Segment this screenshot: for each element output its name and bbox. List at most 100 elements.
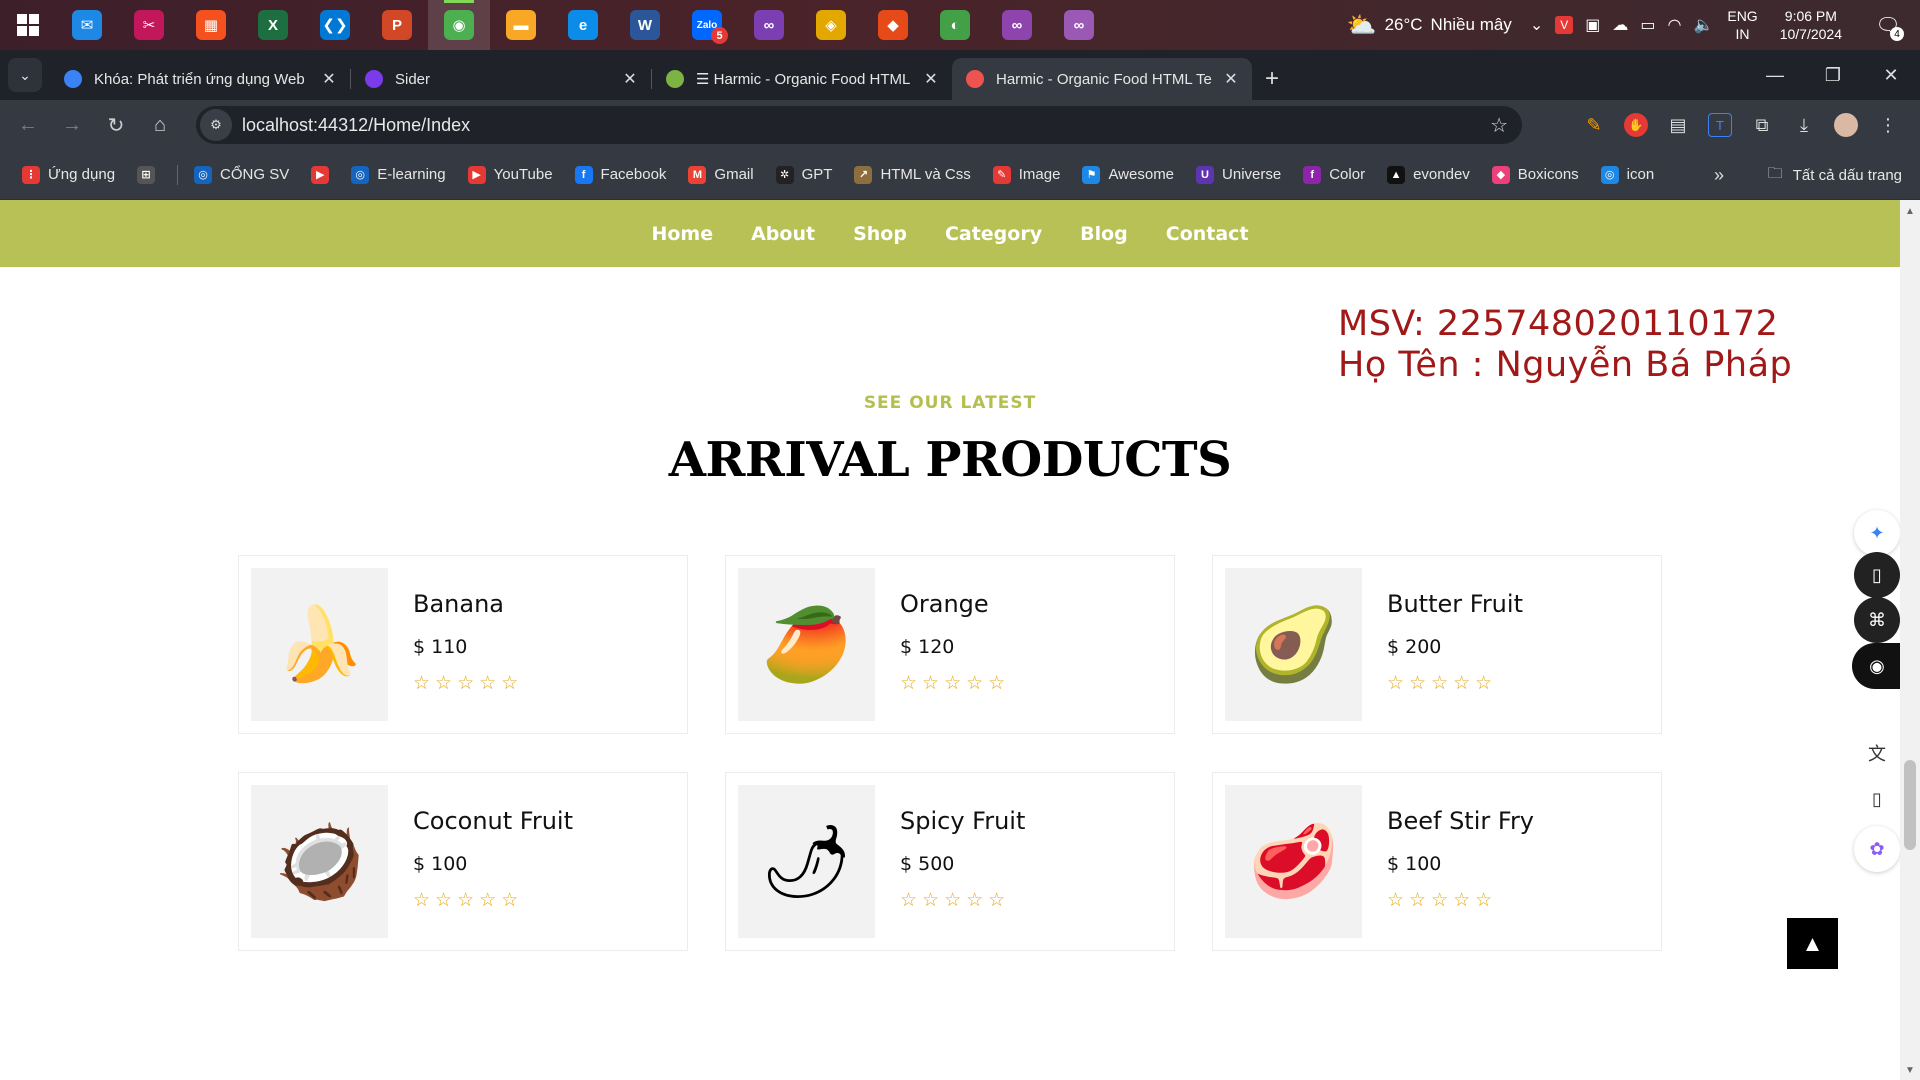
reload-button[interactable]: ↻ (94, 105, 138, 145)
bookmark-item[interactable]: M Gmail (688, 165, 754, 184)
url-text[interactable]: localhost:44312/Home/Index (242, 115, 470, 136)
taskbar-vs-preview-app[interactable]: ∞ (986, 0, 1048, 50)
bookmark-item[interactable]: ⋮ Ứng dụng (22, 165, 115, 184)
sider-reader-button[interactable]: ▯ (1854, 552, 1900, 598)
back-button[interactable]: ← (6, 105, 50, 145)
bookmark-item[interactable]: ⊞ (137, 165, 156, 184)
restore-button[interactable]: ❐ (1804, 50, 1862, 100)
meet-icon[interactable]: ▣ (1585, 15, 1600, 35)
nav-link-category[interactable]: Category (945, 223, 1042, 245)
sider-apps-button[interactable]: ⌘ (1854, 597, 1900, 643)
home-button[interactable]: ⌂ (138, 105, 182, 145)
bookmark-item[interactable]: ✲ GPT (775, 165, 832, 184)
new-tab-button[interactable]: + (1252, 58, 1292, 100)
bookmark-item[interactable]: ◎ CỔNG SV (194, 165, 289, 184)
product-name[interactable]: Spicy Fruit (900, 807, 1025, 835)
windows-start-button[interactable] (0, 0, 56, 50)
notification-center-button[interactable]: 🗨 4 (1870, 7, 1906, 43)
browser-tab[interactable]: ☰ Harmic - Organic Food HTML ✕ (652, 58, 952, 100)
taskbar-vs-preview-2-app[interactable]: ∞ (1048, 0, 1110, 50)
product-card[interactable]: 🥭 Orange $ 120 ☆☆☆☆☆ (725, 555, 1175, 734)
nav-link-shop[interactable]: Shop (853, 223, 907, 245)
bookmark-item[interactable]: ⚑ Awesome (1082, 165, 1174, 184)
close-tab-icon[interactable]: ✕ (920, 69, 942, 89)
adblock-extension-icon[interactable]: ✋ (1624, 113, 1648, 137)
chevron-up-icon[interactable]: ⌄ (1530, 15, 1543, 35)
bookmark-item[interactable]: ▶ YouTube (467, 165, 553, 184)
bookmark-item[interactable]: ✎ Image (992, 165, 1060, 184)
sider-translate-button[interactable]: 文 (1854, 730, 1900, 776)
product-image[interactable]: 🥥 (251, 785, 388, 938)
taskbar-git-app[interactable]: ◆ (862, 0, 924, 50)
taskbar-visual-studio-app[interactable]: ∞ (738, 0, 800, 50)
taskbar-powerpoint-app[interactable]: P (366, 0, 428, 50)
taskbar-zalo-app[interactable]: Zalo 5 (676, 0, 738, 50)
bookmark-item[interactable]: U Universe (1196, 165, 1281, 184)
close-tab-icon[interactable]: ✕ (318, 69, 340, 89)
taskbar-vscode-app[interactable]: ❮❯ (304, 0, 366, 50)
taskbar-mail-app[interactable]: ✉ (56, 0, 118, 50)
pen-extension-icon[interactable]: ✎ (1582, 113, 1606, 137)
product-card[interactable]: 🥥 Coconut Fruit $ 100 ☆☆☆☆☆ (238, 772, 688, 951)
nav-link-about[interactable]: About (751, 223, 815, 245)
product-image[interactable]: 🥑 (1225, 568, 1362, 721)
close-tab-icon[interactable]: ✕ (619, 69, 641, 89)
bookmark-item[interactable]: ◎ E-learning (351, 165, 446, 184)
product-image[interactable]: 🥭 (738, 568, 875, 721)
page-scrollbar[interactable]: ▲ ▼ (1900, 200, 1920, 1080)
all-bookmarks-button[interactable]: 🗀 Tất cả dấu trang (1768, 150, 1902, 200)
bookmark-item[interactable]: ◎ icon (1600, 165, 1654, 184)
site-info-button[interactable]: ⚙ (200, 109, 232, 141)
nav-link-contact[interactable]: Contact (1166, 223, 1249, 245)
taskbar-chrome-app[interactable]: ◉ (428, 0, 490, 50)
vivaldi-tray-icon[interactable]: V (1555, 16, 1574, 34)
browser-tab[interactable]: Harmic - Organic Food HTML Te ✕ (952, 58, 1252, 100)
sider-brain-button[interactable]: ✿ (1854, 826, 1900, 872)
product-image[interactable]: 🍌 (251, 568, 388, 721)
weather-widget[interactable]: ⛅ 26°C Nhiều mây (1347, 11, 1512, 40)
bookmark-star-icon[interactable]: ☆ (1490, 113, 1508, 138)
taskbar-store-app[interactable]: ▦ (180, 0, 242, 50)
browser-tab[interactable]: Sider ✕ (351, 58, 651, 100)
scroll-down-arrow[interactable]: ▼ (1905, 1065, 1915, 1076)
translate-extension-icon[interactable]: T (1708, 113, 1732, 137)
forward-button[interactable]: → (50, 105, 94, 145)
bookmark-item[interactable]: f Facebook (574, 165, 666, 184)
language-indicator[interactable]: ENG IN (1727, 7, 1757, 43)
wifi-icon[interactable]: ◠ (1667, 15, 1681, 35)
nav-link-blog[interactable]: Blog (1080, 223, 1128, 245)
sider-read-button[interactable]: ▯ (1854, 776, 1900, 822)
taskbar-edge-app[interactable]: e (552, 0, 614, 50)
battery-icon[interactable]: ▭ (1640, 15, 1655, 35)
bookmark-item[interactable]: ▶ (311, 165, 330, 184)
bookmark-item[interactable]: ↗ HTML và Css (854, 165, 971, 184)
close-tab-icon[interactable]: ✕ (1220, 69, 1242, 89)
volume-icon[interactable]: 🔈 (1693, 15, 1713, 35)
product-card[interactable]: 🌶 Spicy Fruit $ 500 ☆☆☆☆☆ (725, 772, 1175, 951)
taskbar-snipping-app[interactable]: ✂ (118, 0, 180, 50)
more-menu-icon[interactable]: ⋮ (1876, 113, 1900, 137)
product-name[interactable]: Butter Fruit (1387, 590, 1523, 618)
product-card[interactable]: 🥑 Butter Fruit $ 200 ☆☆☆☆☆ (1212, 555, 1662, 734)
bookmark-item[interactable]: ◆ Boxicons (1491, 165, 1579, 184)
taskbar-greenshot-app[interactable]: ◐ (924, 0, 986, 50)
grid-extension-icon[interactable]: ▤ (1666, 113, 1690, 137)
taskbar-word-app[interactable]: W (614, 0, 676, 50)
scroll-up-arrow[interactable]: ▲ (1905, 206, 1915, 217)
bookmark-item[interactable]: f Color (1303, 165, 1365, 184)
product-card[interactable]: 🍌 Banana $ 110 ☆☆☆☆☆ (238, 555, 688, 734)
taskbar-explorer-app[interactable]: ▬ (490, 0, 552, 50)
back-to-top-button[interactable]: ▲ (1787, 918, 1838, 969)
scrollbar-thumb[interactable] (1904, 760, 1916, 850)
bookmarks-overflow-button[interactable]: » (1714, 150, 1724, 200)
minimize-button[interactable]: — (1746, 50, 1804, 100)
product-card[interactable]: 🥩 Beef Stir Fry $ 100 ☆☆☆☆☆ (1212, 772, 1662, 951)
taskbar-excel-app[interactable]: X (242, 0, 304, 50)
sider-ai-droplet-button[interactable]: ✦ (1854, 510, 1900, 556)
close-window-button[interactable]: ✕ (1862, 50, 1920, 100)
product-name[interactable]: Orange (900, 590, 1010, 618)
clock[interactable]: 9:06 PM 10/7/2024 (1780, 7, 1842, 43)
bookmark-item[interactable]: ▲ evondev (1387, 165, 1470, 184)
browser-tab[interactable]: Khóa: Phát triển ứng dụng Web ✕ (50, 58, 350, 100)
sider-chat-button[interactable]: ◉ (1852, 643, 1902, 689)
